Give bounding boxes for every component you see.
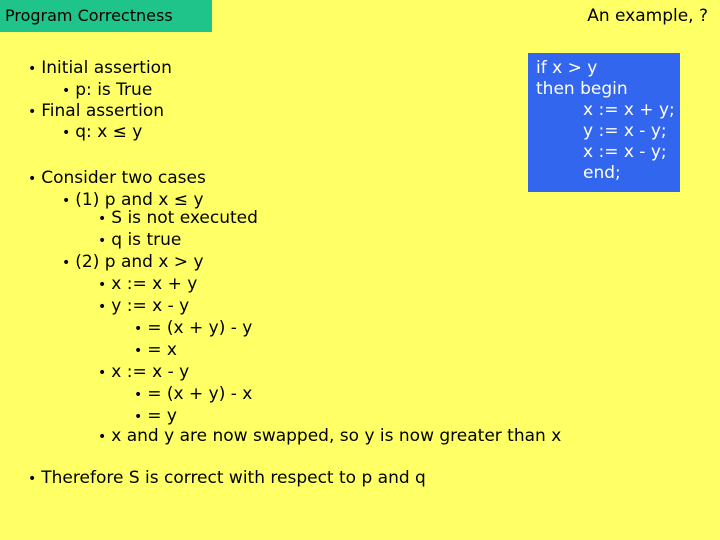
bullet-icon: • [28,61,37,77]
bullet-icon: • [28,171,37,187]
bullet-text: = (x + y) - y [147,318,253,338]
bullet-item: • Therefore S is correct with respect to … [28,468,426,489]
bullet-text: x := x + y [111,274,198,294]
bullet-text: q: x ≤ y [75,122,143,142]
bullet-icon: • [98,365,107,381]
bullet-item: • (2) p and x > y [62,252,204,273]
slide-subtitle: An example, ? [587,6,708,26]
bullet-text: Therefore S is correct with respect to p… [41,468,426,488]
bullet-icon: • [134,387,143,403]
bullet-text: x and y are now swapped, so y is now gre… [111,426,562,446]
bullet-text: x := x - y [111,362,190,382]
bullet-item: • = (x + y) - x [134,384,252,405]
bullet-item: • Initial assertion [28,58,172,79]
bullet-icon: • [98,429,107,445]
bullet-item: • x and y are now swapped, so y is now gr… [98,426,561,447]
bullet-item: • x := x + y [98,274,197,295]
bullet-item: • q is true [98,230,181,251]
bullet-item: • x := x - y [98,362,189,383]
bullet-item: • S is not executed [98,208,258,229]
bullet-item: • Consider two cases [28,168,206,189]
bullet-icon: • [28,104,37,120]
bullet-icon: • [62,255,71,271]
bullet-icon: • [98,299,107,315]
code-line: x := x - y; [583,142,667,162]
bullet-text: (1) p and x ≤ y [75,190,204,210]
code-line: end; [583,163,621,183]
bullet-item: • p: is True [62,80,152,101]
code-line: then begin [536,79,628,99]
bullet-item: • = y [134,406,177,427]
bullet-icon: • [134,409,143,425]
bullet-text: (2) p and x > y [75,252,204,272]
bullet-icon: • [62,193,71,209]
slide-title: Program Correctness [5,6,173,25]
code-line: y := x - y; [583,121,667,141]
code-box: if x > y then begin x := x + y; y := x -… [528,53,680,192]
bullet-text: = y [147,406,177,426]
bullet-text: q is true [111,230,182,250]
bullet-icon: • [98,211,107,227]
title-bar: Program Correctness [0,0,212,32]
bullet-item: • = (x + y) - y [134,318,252,339]
bullet-text: y := x - y [111,296,190,316]
bullet-text: Final assertion [41,101,164,121]
bullet-text: p: is True [75,80,153,100]
bullet-icon: • [98,233,107,249]
bullet-text: = (x + y) - x [147,384,253,404]
code-line: if x > y [536,58,598,78]
bullet-icon: • [134,321,143,337]
bullet-icon: • [62,125,71,141]
bullet-item: • y := x - y [98,296,189,317]
bullet-icon: • [62,83,71,99]
bullet-item: • q: x ≤ y [62,122,142,143]
bullet-item: • Final assertion [28,101,164,122]
bullet-icon: • [98,277,107,293]
bullet-icon: • [28,471,37,487]
bullet-text: Consider two cases [41,168,206,188]
bullet-icon: • [134,343,143,359]
code-line: x := x + y; [583,100,675,120]
bullet-text: = x [147,340,177,360]
bullet-text: S is not executed [111,208,258,228]
bullet-text: Initial assertion [41,58,172,78]
bullet-item: • = x [134,340,177,361]
